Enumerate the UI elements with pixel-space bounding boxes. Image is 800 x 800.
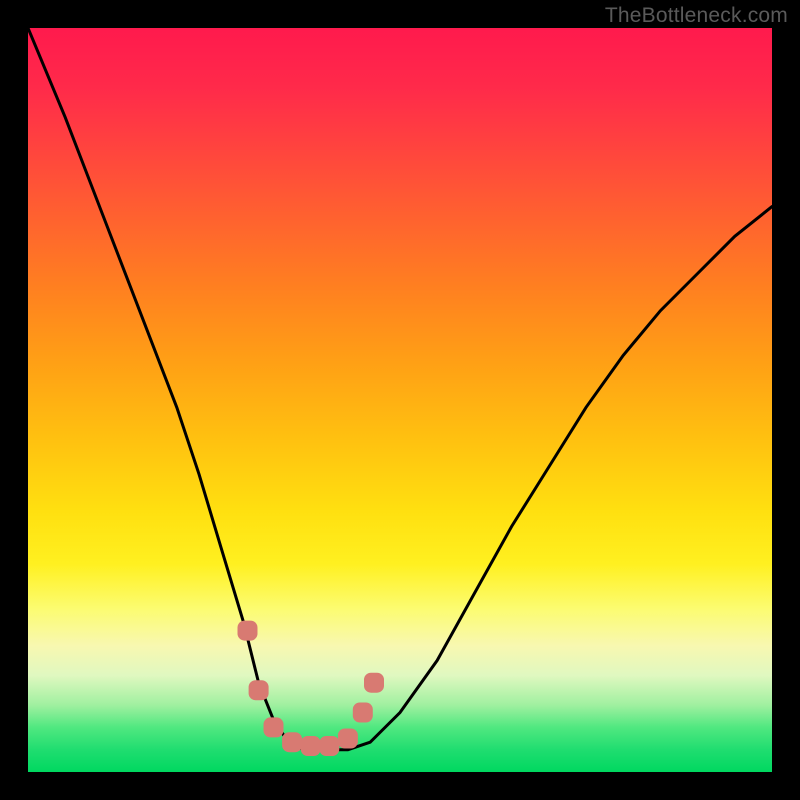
highlight-marker (282, 732, 302, 752)
watermark-text: TheBottleneck.com (605, 4, 788, 28)
highlight-marker (238, 621, 258, 641)
highlight-marker (264, 717, 284, 737)
curve-path (28, 28, 772, 750)
highlight-marker (319, 736, 339, 756)
chart-frame: TheBottleneck.com (0, 0, 800, 800)
highlight-marker (338, 729, 358, 749)
highlight-marker (249, 680, 269, 700)
bottleneck-curve (28, 28, 772, 772)
highlight-marker (301, 736, 321, 756)
highlight-marker (364, 673, 384, 693)
plot-area (28, 28, 772, 772)
highlight-marker (353, 703, 373, 723)
